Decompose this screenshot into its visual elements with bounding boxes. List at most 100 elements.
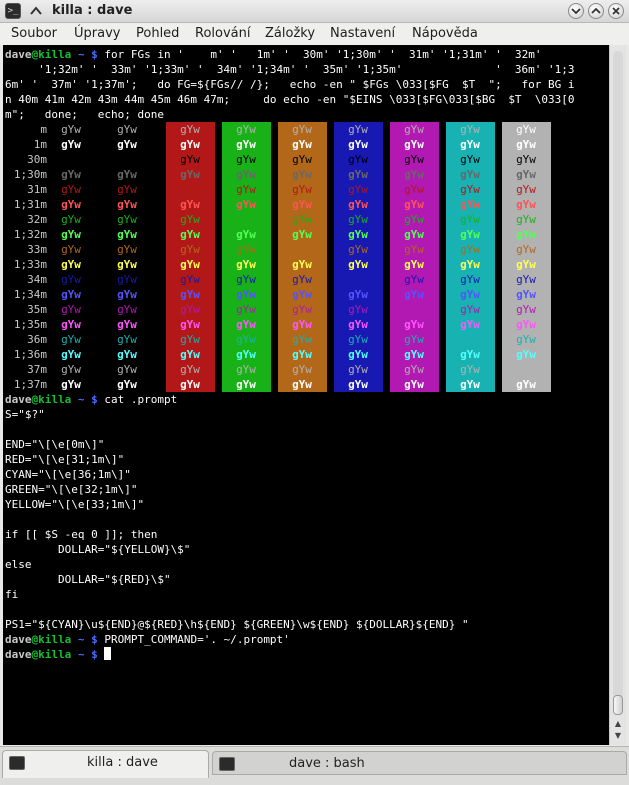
file-line: DOLLAR="${YELLOW}\$" <box>5 543 191 556</box>
color-sample: gYw <box>516 303 536 316</box>
color-sample: gYw <box>404 273 424 286</box>
color-sample: gYw <box>236 333 256 346</box>
color-sample: gYw <box>460 168 480 181</box>
menu-zalozky[interactable]: Záložky <box>265 26 315 41</box>
terminal-output[interactable]: dave@killa ~ $ for FGs in ' m' ' 1m' ' 3… <box>3 45 609 745</box>
maximize-button[interactable] <box>588 3 604 19</box>
fg-code-label: 30m <box>27 153 47 166</box>
tab-label: killa : dave <box>87 755 158 770</box>
file-line: fi <box>5 588 19 601</box>
color-sample: gYw <box>117 303 137 316</box>
color-sample: gYw <box>292 123 312 136</box>
color-sample: gYw <box>117 213 137 226</box>
color-sample: gYw <box>180 228 200 241</box>
color-sample: gYw <box>117 273 137 286</box>
prompt-user: dave <box>5 633 32 646</box>
color-sample: gYw <box>180 318 200 331</box>
color-sample: gYw <box>117 123 137 136</box>
menu-rolovani[interactable]: Rolování <box>195 26 250 41</box>
color-sample: gYw <box>348 138 368 151</box>
color-sample: gYw <box>61 168 81 181</box>
command-text: '1;32m' ' 33m' '1;33m' ' 34m' '1;34m' ' … <box>5 63 575 76</box>
color-sample: gYw <box>460 378 480 391</box>
scrollbar-thumb[interactable] <box>613 695 623 715</box>
color-sample: gYw <box>236 363 256 376</box>
tab-dave-bash[interactable]: dave : bash <box>212 751 627 775</box>
color-sample: gYw <box>516 168 536 181</box>
scrollbar-track[interactable] <box>613 51 623 699</box>
color-sample: gYw <box>292 168 312 181</box>
scroll-down-icon[interactable]: ▼ <box>613 731 623 741</box>
terminal-icon <box>9 756 25 770</box>
color-sample: gYw <box>460 153 480 166</box>
color-sample: gYw <box>61 228 81 241</box>
color-sample: gYw <box>348 213 368 226</box>
color-sample: gYw <box>236 378 256 391</box>
color-sample: gYw <box>460 228 480 241</box>
color-sample: gYw <box>348 258 368 271</box>
color-sample: gYw <box>292 273 312 286</box>
prompt-user: dave <box>5 48 32 61</box>
color-sample: gYw <box>117 318 137 331</box>
color-sample: gYw <box>236 123 256 136</box>
color-sample: gYw <box>292 198 312 211</box>
color-sample: gYw <box>348 183 368 196</box>
prompt-line: dave@killa ~ $ cat .prompt <box>5 393 178 406</box>
color-sample: gYw <box>460 273 480 286</box>
color-sample: gYw <box>292 363 312 376</box>
chevron-up-icon[interactable] <box>28 3 44 19</box>
scroll-up-icon[interactable]: ▲ <box>613 719 623 729</box>
close-button[interactable] <box>608 3 624 19</box>
menu-pohled[interactable]: Pohled <box>136 26 179 41</box>
minimize-button[interactable] <box>568 3 584 19</box>
file-line: CYAN="\[\e[36;1m\]" <box>5 468 131 481</box>
command-text: for FGs in ' m' ' 1m' ' 30m' '1;30m' ' 3… <box>97 48 542 61</box>
prompt-host: killa <box>38 393 72 406</box>
color-sample: gYw <box>516 123 536 136</box>
fg-code-label: 36m <box>27 333 47 346</box>
color-sample: gYw <box>180 123 200 136</box>
color-sample: gYw <box>117 198 137 211</box>
fg-code-label: 1;32m <box>13 228 47 241</box>
prompt-line: dave@killa ~ $ <box>5 647 112 662</box>
terminal-icon[interactable]: >_ <box>5 3 21 19</box>
color-sample: gYw <box>404 153 424 166</box>
color-sample: gYw <box>180 363 200 376</box>
color-sample: gYw <box>516 183 536 196</box>
menu-soubor[interactable]: Soubor <box>11 26 57 41</box>
color-sample: gYw <box>117 228 137 241</box>
prompt-dir: ~ <box>77 48 85 61</box>
fg-code-label: 31m <box>27 183 47 196</box>
color-sample: gYw <box>236 183 256 196</box>
menu-nastaveni[interactable]: Nastavení <box>330 26 395 41</box>
title-bar: >_ killa : dave <box>0 0 629 23</box>
color-sample: gYw <box>180 348 200 361</box>
menu-napoveda[interactable]: Nápověda <box>412 26 478 41</box>
color-sample: gYw <box>460 288 480 301</box>
fg-code-label: 1;37m <box>13 378 47 391</box>
color-sample: gYw <box>404 318 424 331</box>
color-sample: gYw <box>516 288 536 301</box>
file-line: GREEN="\[\e[32;1m\]" <box>5 483 138 496</box>
tab-killa-dave[interactable]: killa : dave <box>2 750 209 778</box>
tab-bar: killa : dave dave : bash <box>0 746 629 785</box>
color-sample: gYw <box>404 228 424 241</box>
color-sample: gYw <box>292 138 312 151</box>
color-sample: gYw <box>236 303 256 316</box>
file-line: S="$?" <box>5 408 45 421</box>
prompt-sign: $ <box>91 648 98 661</box>
menu-upravy[interactable]: Úpravy <box>74 26 120 41</box>
vertical-scrollbar[interactable]: ▲ ▼ <box>609 45 626 745</box>
color-sample: gYw <box>236 258 256 271</box>
color-sample: gYw <box>404 288 424 301</box>
color-sample: gYw <box>404 168 424 181</box>
color-sample: gYw <box>180 153 200 166</box>
fg-code-label: 1;30m <box>13 168 47 181</box>
color-sample: gYw <box>117 153 137 166</box>
prompt-host: killa <box>38 633 72 646</box>
prompt-line: dave@killa ~ $ PROMPT_COMMAND='. ~/.prom… <box>5 633 290 646</box>
color-sample: gYw <box>236 228 256 241</box>
color-sample: gYw <box>516 333 536 346</box>
color-sample: gYw <box>180 213 200 226</box>
prompt-dir: ~ <box>77 633 85 646</box>
